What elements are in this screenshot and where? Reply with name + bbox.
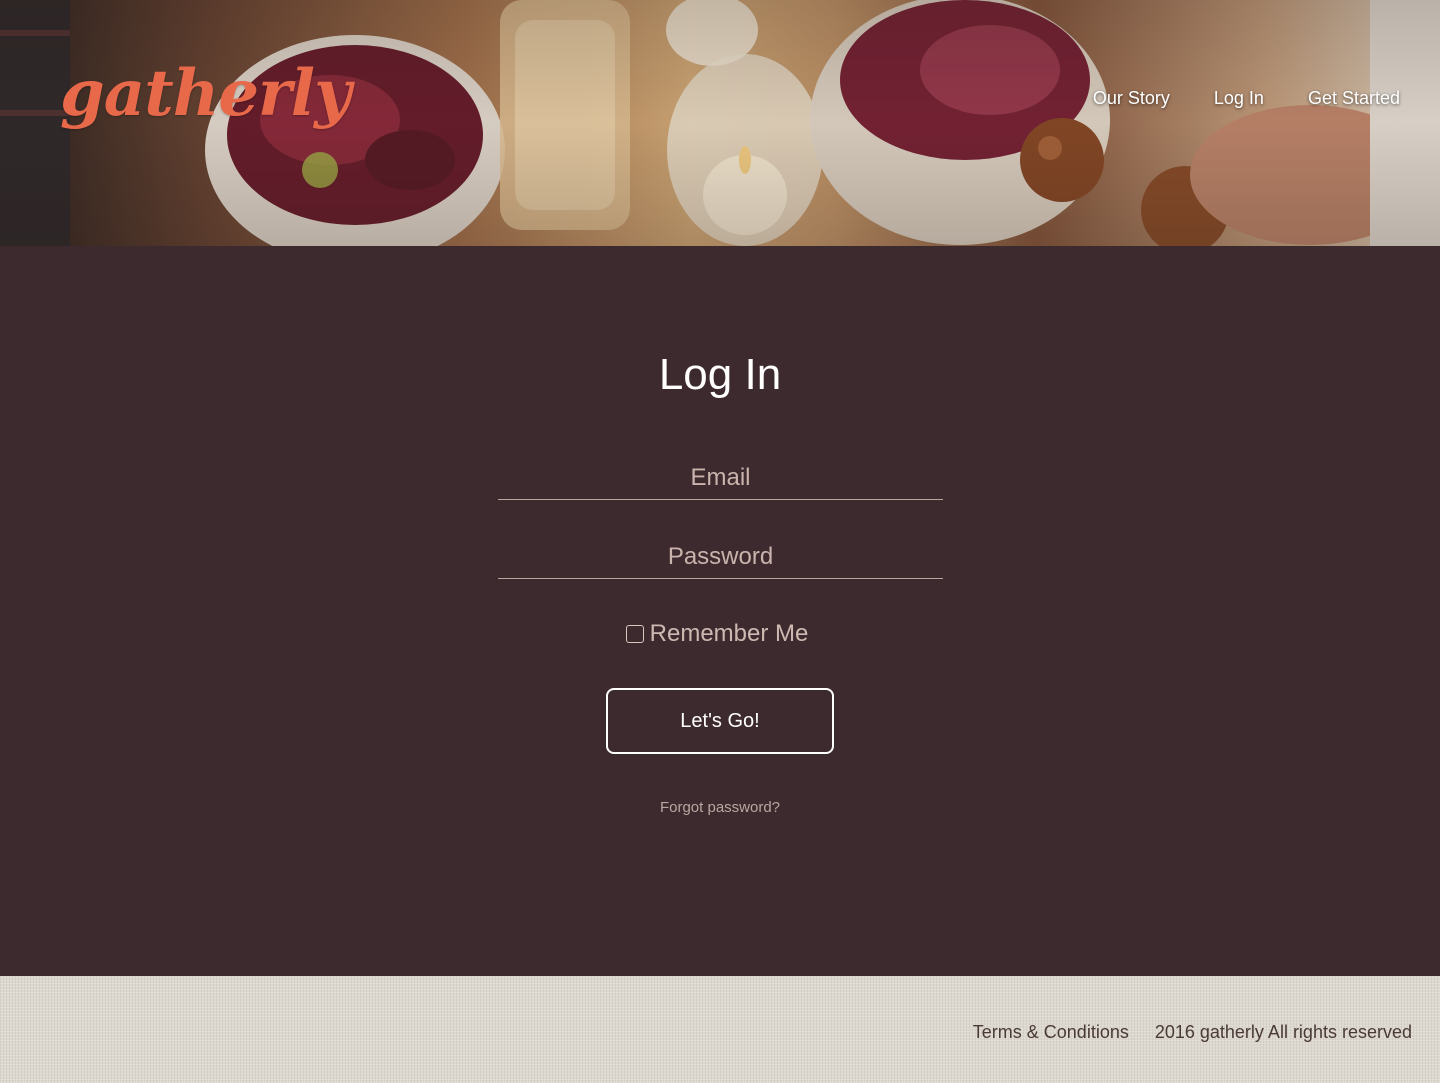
gatherly-logo[interactable]: gatherly [60, 62, 351, 126]
remember-me-label: Remember Me [649, 620, 809, 647]
nav-our-story[interactable]: Our Story [1093, 88, 1170, 109]
copyright-text: 2016 gatherly All rights reserved [1154, 1022, 1412, 1042]
email-field[interactable] [498, 456, 943, 500]
nav-log-in[interactable]: Log In [1214, 88, 1264, 109]
remember-me-toggle[interactable]: Remember Me [0, 620, 1440, 648]
hero-header: gatherly Our Story Log In Get Started [0, 0, 1440, 246]
footer-links: Terms & Conditions 2016 gatherly All rig… [973, 1022, 1412, 1043]
forgot-password-link[interactable]: Forgot password? [0, 799, 1440, 816]
remember-me-checkbox[interactable] [625, 625, 644, 643]
nav-get-started[interactable]: Get Started [1308, 88, 1400, 109]
top-nav: Our Story Log In Get Started [1093, 88, 1400, 109]
lets-go-button[interactable]: Let's Go! [606, 688, 834, 754]
page-title: Log In [658, 350, 782, 399]
login-section: Log In Remember Me Let's Go! Forgot pass… [0, 246, 1440, 976]
terms-link[interactable]: Terms & Conditions [973, 1022, 1129, 1043]
password-field[interactable] [498, 535, 943, 579]
footer: Terms & Conditions 2016 gatherly All rig… [0, 976, 1440, 1083]
